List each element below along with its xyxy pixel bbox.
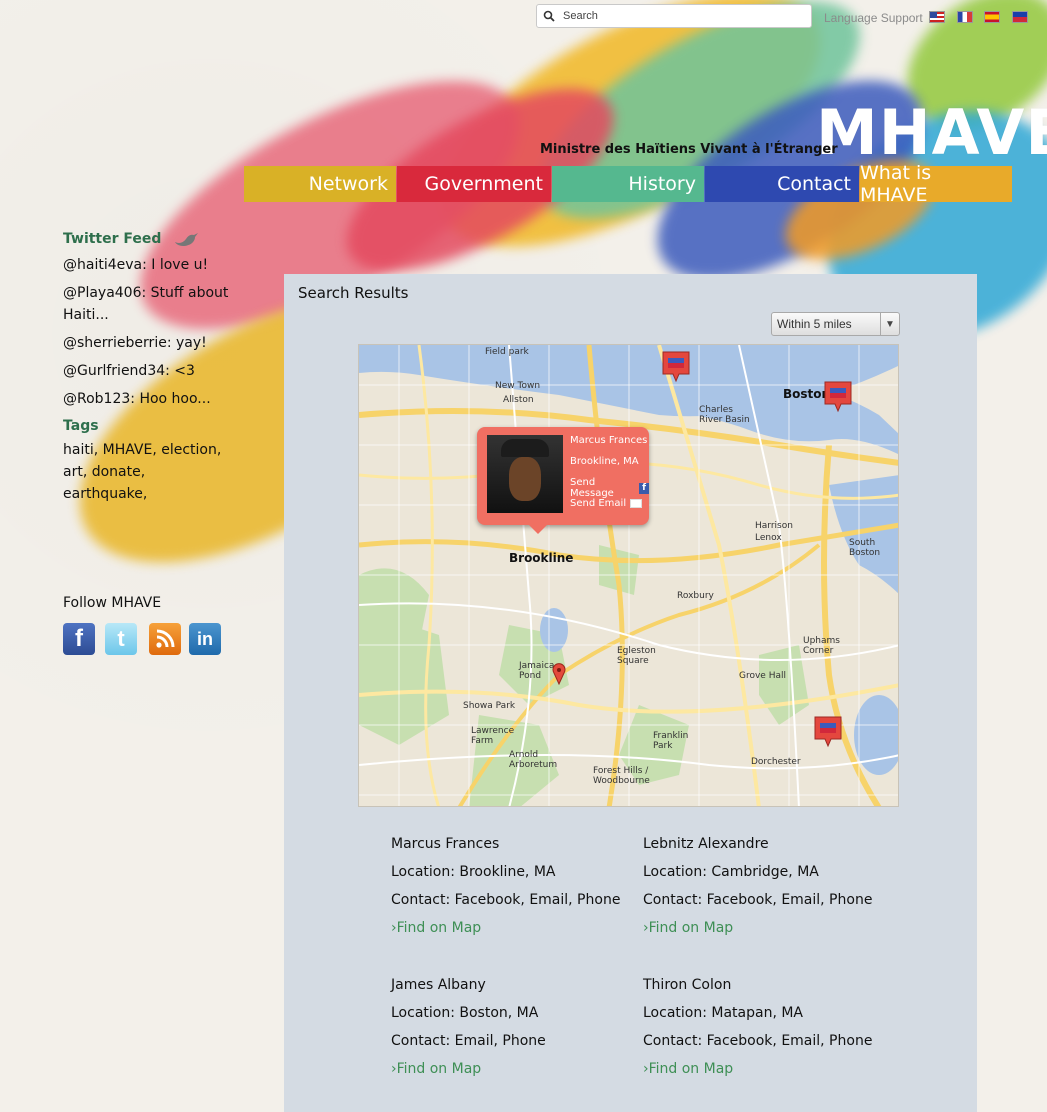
twitter-feed-heading: Twitter Feed bbox=[63, 230, 233, 248]
map-label-dorchester: Dorchester bbox=[751, 757, 801, 767]
nav-contact[interactable]: Contact bbox=[705, 166, 859, 202]
sidebar: Twitter Feed @haiti4eva: I love u! @Play… bbox=[63, 230, 233, 505]
find-on-map-link[interactable]: ›Find on Map bbox=[643, 914, 872, 942]
search-results-panel: Search Results Within 5 miles ▼ Field pa… bbox=[284, 274, 977, 1112]
result-name: Thiron Colon bbox=[643, 977, 732, 993]
result-contact: Contact: Facebook, Email, Phone bbox=[643, 892, 873, 908]
result-contact: Contact: Email, Phone bbox=[391, 1033, 546, 1049]
map-label-new-town: New Town bbox=[495, 381, 541, 391]
map-label-forest-hills: Forest Hills / Woodbourne bbox=[593, 766, 650, 786]
send-message-link[interactable]: Send Message f bbox=[570, 477, 649, 499]
nav-network[interactable]: Network bbox=[244, 166, 396, 202]
nav-government[interactable]: Government bbox=[397, 166, 551, 202]
language-support-link[interactable]: Language Support bbox=[824, 11, 923, 25]
result-contact: Contact: Facebook, Email, Phone bbox=[643, 1033, 873, 1049]
find-on-map-link[interactable]: ›Find on Map bbox=[643, 1055, 872, 1083]
map-label-showa: Showa Park bbox=[463, 701, 516, 711]
popup-name: Marcus Frances bbox=[570, 435, 648, 446]
map-label-harrison: Harrison Lenox bbox=[755, 521, 793, 543]
tweet[interactable]: @Rob123: Hoo hoo... bbox=[63, 388, 233, 410]
map-label-south-boston: South Boston bbox=[849, 538, 881, 558]
result-location: Location: Cambridge, MA bbox=[643, 864, 819, 880]
facebook-icon[interactable]: f bbox=[63, 623, 95, 655]
send-email-label: Send Email bbox=[570, 498, 627, 509]
map-info-popup: Marcus Frances Brookline, MA Send Messag… bbox=[477, 427, 649, 534]
result-item: James Albany Location: Boston, MA Contac… bbox=[391, 971, 546, 1083]
find-on-map-link[interactable]: ›Find on Map bbox=[391, 1055, 546, 1083]
map-label-field-park: Field park bbox=[485, 347, 529, 357]
twitter-feed-title: Twitter Feed bbox=[63, 231, 162, 247]
flag-us-icon[interactable] bbox=[929, 11, 945, 23]
result-location: Location: Boston, MA bbox=[391, 1005, 539, 1021]
tag-list[interactable]: haiti, MHAVE, election, art, donate, ear… bbox=[63, 439, 233, 505]
map-label-arnold: Arnold Arboretum bbox=[509, 750, 558, 770]
search-icon bbox=[543, 10, 555, 22]
send-message-label: Send Message bbox=[570, 477, 614, 499]
result-location: Location: Brookline, MA bbox=[391, 864, 556, 880]
search-box[interactable] bbox=[536, 4, 812, 28]
tweet[interactable]: @Gurlfriend34: <3 bbox=[63, 360, 233, 382]
nav-what-is-mhave[interactable]: What is MHAVE bbox=[860, 162, 1012, 206]
twitter-bird-icon bbox=[175, 233, 199, 246]
map-label-brookline: Brookline bbox=[509, 551, 574, 565]
radius-select[interactable]: Within 5 miles ▼ bbox=[771, 312, 900, 336]
map-pin-marker[interactable] bbox=[823, 380, 853, 414]
result-item: Marcus Frances Location: Brookline, MA C… bbox=[391, 830, 620, 942]
tweet[interactable]: @haiti4eva: I love u! bbox=[63, 254, 233, 276]
rss-icon[interactable] bbox=[149, 623, 181, 655]
flag-haiti-icon[interactable] bbox=[1012, 11, 1028, 23]
follow-heading: Follow MHAVE bbox=[63, 595, 162, 611]
map-label-egleston: Egleston Square bbox=[617, 646, 656, 666]
facebook-icon: f bbox=[639, 482, 649, 494]
tweet[interactable]: @Playa406: Stuff about Haiti... bbox=[63, 282, 233, 326]
map-label-franklin: Franklin Park bbox=[653, 731, 689, 751]
result-contact: Contact: Facebook, Email, Phone bbox=[391, 892, 621, 908]
find-on-map-link[interactable]: ›Find on Map bbox=[391, 914, 620, 942]
flag-spain-icon[interactable] bbox=[984, 11, 1000, 23]
map-pin-marker[interactable] bbox=[661, 350, 691, 384]
panel-title: Search Results bbox=[298, 284, 409, 302]
twitter-icon[interactable]: t bbox=[105, 623, 137, 655]
result-name: Lebnitz Alexandre bbox=[643, 836, 769, 852]
nav-history[interactable]: History bbox=[552, 166, 704, 202]
search-input[interactable] bbox=[563, 10, 793, 22]
result-location: Location: Matapan, MA bbox=[643, 1005, 804, 1021]
map-label-charles-river: Charles River Basin bbox=[699, 405, 750, 425]
site-tagline: Ministre des Haïtiens Vivant à l'Étrange… bbox=[540, 142, 838, 157]
result-item: Lebnitz Alexandre Location: Cambridge, M… bbox=[643, 830, 872, 942]
map-label-grove-hall: Grove Hall bbox=[739, 671, 786, 681]
linkedin-icon[interactable]: in bbox=[189, 623, 221, 655]
tags-heading: Tags bbox=[63, 418, 99, 434]
map-location-marker[interactable] bbox=[552, 663, 566, 685]
result-item: Thiron Colon Location: Matapan, MA Conta… bbox=[643, 971, 872, 1083]
profile-photo bbox=[487, 435, 563, 513]
map-label-lawrence: Lawrence Farm bbox=[471, 726, 515, 746]
map-pin-marker[interactable] bbox=[813, 715, 843, 749]
result-name: James Albany bbox=[391, 977, 486, 993]
chevron-down-icon: ▼ bbox=[880, 313, 899, 335]
radius-select-value: Within 5 miles bbox=[777, 317, 852, 331]
popup-location: Brookline, MA bbox=[570, 456, 639, 467]
flag-france-icon[interactable] bbox=[957, 11, 973, 23]
results-map[interactable]: Field park New Town Allston Boston Charl… bbox=[358, 344, 899, 807]
envelope-icon bbox=[630, 499, 643, 508]
send-email-link[interactable]: Send Email bbox=[570, 498, 643, 509]
tweet[interactable]: @sherrieberrie: yay! bbox=[63, 332, 233, 354]
result-name: Marcus Frances bbox=[391, 836, 500, 852]
map-label-uphams: Uphams Corner bbox=[803, 636, 840, 656]
map-label-roxbury: Roxbury bbox=[677, 591, 714, 601]
map-label-allston: Allston bbox=[503, 395, 534, 405]
site-logo[interactable]: MHAVE bbox=[816, 96, 1047, 169]
